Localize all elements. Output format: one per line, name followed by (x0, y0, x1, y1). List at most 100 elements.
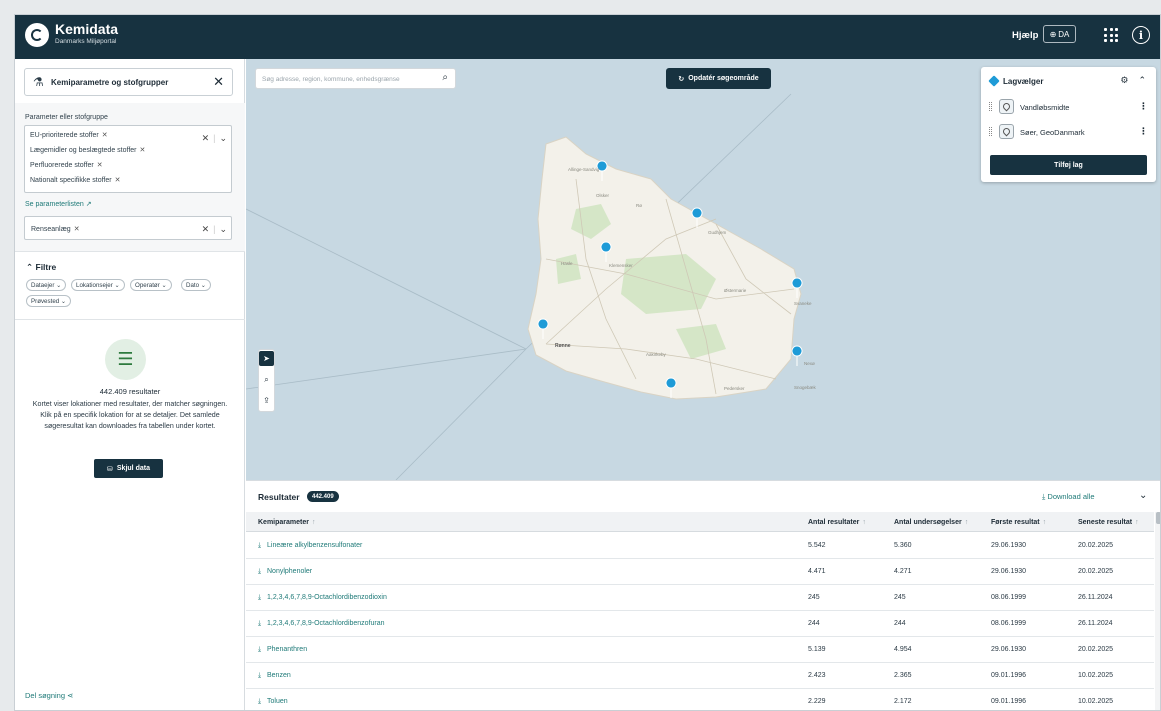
location-type-select[interactable]: Renseanlæg ✕ ✕ | ⌄ (24, 216, 232, 240)
parameter-link[interactable]: 1,2,3,4,6,7,8,9-Octachlordibenzofuran (267, 620, 385, 627)
param-chip[interactable]: Nationalt specifikke stoffer ✕ (30, 176, 120, 184)
parameter-link[interactable]: Lineære alkylbenzensulfonater (267, 542, 362, 549)
param-chip[interactable]: EU-prioriterede stoffer ✕ (30, 131, 108, 139)
parameter-link[interactable]: Toluen (267, 698, 288, 705)
column-header[interactable]: Antal resultater ↑ (808, 519, 866, 526)
layer-item[interactable]: Vandløbsmidte ⋮ (981, 96, 1156, 118)
share-search-link[interactable]: Del søgning ⋖ (25, 691, 73, 700)
filters-toggle[interactable]: ⌃ Filtre (26, 262, 56, 273)
svg-text:Aakirkeby: Aakirkeby (646, 352, 667, 357)
table-cell: 20.02.2025 (1078, 542, 1114, 549)
chevron-down-icon[interactable]: ⌄ (219, 224, 227, 235)
chevron-up-icon[interactable]: ⌃ (1138, 75, 1146, 86)
more-options-icon[interactable]: ⋮ (1139, 126, 1148, 137)
table-header: Kemiparameter ↑ Antal resultater ↑ Antal u… (246, 512, 1154, 532)
parameter-multiselect[interactable]: EU-prioriterede stoffer ✕ Lægemidler og b… (24, 125, 232, 193)
download-icon[interactable]: ⤓ (258, 594, 261, 602)
layer-name: Vandløbsmidte (1020, 103, 1070, 112)
download-icon[interactable]: ⤓ (258, 672, 261, 680)
more-options-icon[interactable]: ⋮ (1139, 101, 1148, 112)
clear-icon[interactable]: ✕ (202, 224, 210, 235)
add-layer-button[interactable]: Tilføj lag (990, 155, 1147, 175)
remove-chip-icon: ✕ (101, 132, 108, 139)
param-chip[interactable]: Lægemidler og beslægtede stoffer ✕ (30, 146, 145, 154)
info-icon[interactable]: i (1132, 26, 1150, 44)
download-icon[interactable]: ⤓ (258, 568, 261, 576)
gear-icon[interactable]: ⚙ (1120, 75, 1128, 86)
map-toolbar: ➤ ⌕ ⇪ (258, 349, 275, 412)
table-cell: 5.360 (894, 542, 912, 549)
table-cell: 20.02.2025 (1078, 568, 1114, 575)
address-search: ⌕ (255, 68, 456, 89)
update-search-area-button[interactable]: ↻ Opdatér søgeområde (666, 68, 771, 89)
table-row[interactable]: ⤓ Benzen 2.423 2.365 09.01.1996 10.02.2025 (246, 663, 1154, 689)
chevron-down-icon[interactable]: ⌄ (1139, 490, 1147, 501)
close-icon[interactable]: ✕ (213, 74, 224, 90)
column-header[interactable]: Antal undersøgelser ↑ (894, 519, 968, 526)
table-cell: 26.11.2024 (1078, 620, 1113, 627)
download-icon[interactable]: ⤓ (258, 698, 261, 706)
download-icon[interactable]: ⤓ (258, 542, 261, 550)
zoom-icon[interactable]: ⌕ (259, 372, 274, 387)
parameter-link[interactable]: Nonylphenoler (267, 568, 312, 575)
table-row[interactable]: ⤓ Phenanthren 5.139 4.954 29.06.1930 20.02.2… (246, 637, 1154, 663)
layer-panel-controls: ⚙ ⌃ (1120, 75, 1146, 86)
filter-pill-operator[interactable]: Operatør ⌄ (130, 279, 172, 291)
language-button[interactable]: ⊕ DA (1043, 25, 1076, 43)
apps-grid-icon[interactable] (1104, 28, 1118, 42)
hide-data-button[interactable]: ⛁ Skjul data (94, 459, 163, 478)
table-cell: 20.02.2025 (1078, 646, 1114, 653)
drag-handle-icon[interactable] (989, 127, 992, 136)
address-search-input[interactable] (262, 73, 432, 86)
download-icon[interactable]: ⤓ (258, 620, 261, 628)
flask-icon: ⚗ (33, 75, 44, 89)
help-link[interactable]: Hjælp (1012, 30, 1038, 41)
download-icon[interactable]: ⤓ (258, 646, 261, 654)
layer-item[interactable]: Søer, GeoDanmark ⋮ (981, 121, 1156, 143)
svg-text:Nexø: Nexø (804, 361, 815, 366)
search-icon[interactable]: ⌕ (442, 72, 448, 83)
upload-icon[interactable]: ⇪ (259, 393, 274, 408)
filter-pill-lokationsejer[interactable]: Lokationsejer ⌄ (71, 279, 125, 291)
clear-icon[interactable]: ✕ (202, 133, 210, 144)
parameter-link[interactable]: Benzen (267, 672, 291, 679)
parameter-link[interactable]: Phenanthren (267, 646, 307, 653)
cursor-icon[interactable]: ➤ (259, 351, 274, 366)
filter-pill-provested[interactable]: Prøvested ⌄ (26, 295, 72, 307)
kemidata-logo-icon[interactable] (25, 23, 49, 47)
svg-text:Rø: Rø (636, 203, 642, 208)
table-cell: 2.172 (894, 698, 912, 705)
filter-pill-dato[interactable]: Dato ⌄ (181, 279, 211, 291)
table-cell: 4.271 (894, 568, 912, 575)
remove-chip-icon: ✕ (73, 226, 80, 233)
table-cell: 4.954 (894, 646, 912, 653)
table-cell: 29.06.1930 (991, 568, 1027, 575)
table-cell: 244 (894, 620, 906, 627)
location-chip[interactable]: Renseanlæg ✕ (31, 225, 80, 233)
table-row[interactable]: ⤓ 1,2,3,4,6,7,8,9-Octachlordibenzofuran 2… (246, 611, 1154, 637)
column-header[interactable]: Kemiparameter ↑ (258, 519, 315, 526)
param-chip[interactable]: Perfluorerede stoffer ✕ (30, 161, 103, 169)
brand[interactable]: Kemidata Danmarks Miljøportal (55, 22, 118, 46)
language-label: DA (1058, 29, 1070, 39)
table-row[interactable]: ⤓ Toluen 2.229 2.172 09.01.1996 10.02.2025 (246, 689, 1154, 710)
scrollbar[interactable] (1155, 512, 1160, 710)
table-row[interactable]: ⤓ Nonylphenoler 4.471 4.271 29.06.1930 20.02… (246, 559, 1154, 585)
database-icon: ⛁ (107, 465, 113, 473)
column-header[interactable]: Første resultat ↑ (991, 519, 1046, 526)
list-icon: ☰ (105, 339, 146, 380)
panel-title: Kemiparametre og stofgrupper (51, 78, 169, 87)
table-cell: 2.423 (808, 672, 826, 679)
table-row[interactable]: ⤓ Lineære alkylbenzensulfonater 5.542 5.36… (246, 533, 1154, 559)
table-row[interactable]: ⤓ 1,2,3,4,6,7,8,9-Octachlordibenzodioxin… (246, 585, 1154, 611)
table-cell: 08.06.1999 (991, 620, 1027, 627)
divider (15, 319, 245, 320)
param-list-link[interactable]: Se parameterlisten ↗ (25, 200, 92, 208)
drag-handle-icon[interactable] (989, 102, 992, 111)
column-header[interactable]: Seneste resultat ↑ (1078, 519, 1139, 526)
download-all-link[interactable]: ⤓ Download alle (1042, 492, 1095, 502)
filter-pill-dataejer[interactable]: Dataejer ⌄ (26, 279, 67, 291)
parameter-link[interactable]: 1,2,3,4,6,7,8,9-Octachlordibenzodioxin (267, 594, 387, 601)
table-cell: 10.02.2025 (1078, 672, 1114, 679)
chevron-down-icon[interactable]: ⌄ (219, 133, 227, 144)
